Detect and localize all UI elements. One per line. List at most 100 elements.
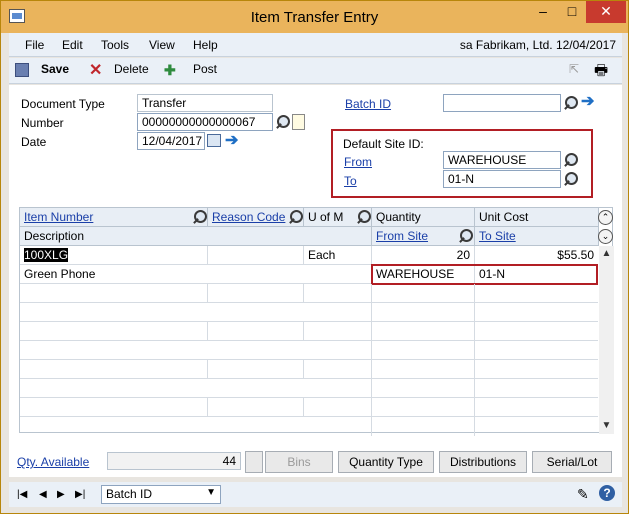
empty-cell[interactable]: [372, 322, 475, 341]
table-row[interactable]: [20, 322, 598, 341]
minimize-button[interactable]: –: [528, 1, 558, 23]
expand-rows-icon[interactable]: ⌄: [598, 229, 613, 244]
menu-tools[interactable]: Tools: [101, 38, 129, 52]
empty-cell[interactable]: [20, 322, 208, 341]
serial-lot-button[interactable]: Serial/Lot: [532, 451, 612, 473]
reason-code-link[interactable]: Reason Code: [212, 210, 285, 224]
to-site-field[interactable]: 01-N: [443, 170, 561, 188]
empty-cell[interactable]: [20, 303, 372, 322]
previous-record-icon[interactable]: ◀: [39, 489, 47, 500]
empty-cell[interactable]: [208, 398, 304, 417]
menu-edit[interactable]: Edit: [62, 38, 83, 52]
delete-icon[interactable]: ✕: [89, 60, 102, 80]
first-record-icon[interactable]: |◀: [17, 489, 27, 500]
note-icon[interactable]: ✎: [577, 486, 589, 503]
empty-cell[interactable]: [20, 417, 372, 436]
reason-code-cell[interactable]: [208, 246, 304, 265]
bins-button[interactable]: Bins: [265, 451, 333, 473]
empty-cell[interactable]: [372, 360, 475, 379]
empty-cell[interactable]: [372, 417, 475, 436]
print-icon[interactable]: 🖶: [594, 60, 608, 85]
to-site-header[interactable]: To Site: [475, 227, 599, 246]
quantity-type-button[interactable]: Quantity Type: [338, 451, 434, 473]
empty-cell[interactable]: [20, 379, 372, 398]
empty-cell[interactable]: [20, 284, 208, 303]
distributions-button[interactable]: Distributions: [439, 451, 527, 473]
scroll-up-icon[interactable]: ▲: [599, 246, 614, 262]
item-number-cell[interactable]: 100XLG: [20, 246, 208, 265]
reason-code-lookup-icon[interactable]: [288, 209, 304, 225]
from-site-column-link[interactable]: From Site: [376, 229, 428, 243]
date-field[interactable]: 12/04/2017: [137, 132, 205, 150]
empty-cell[interactable]: [208, 360, 304, 379]
table-row[interactable]: [20, 398, 598, 417]
table-row[interactable]: [20, 379, 598, 398]
scroll-down-icon[interactable]: ▼: [599, 418, 614, 434]
date-expand-arrow-icon[interactable]: ➔: [225, 133, 241, 150]
empty-cell[interactable]: [304, 322, 372, 341]
post-icon[interactable]: ✚: [164, 62, 176, 79]
empty-cell[interactable]: [372, 379, 475, 398]
empty-cell[interactable]: [20, 341, 372, 360]
empty-cell[interactable]: [304, 284, 372, 303]
table-row[interactable]: [20, 360, 598, 379]
next-record-icon[interactable]: ▶: [57, 489, 65, 500]
qty-available-expand-button[interactable]: [245, 451, 263, 473]
number-lookup-icon[interactable]: [275, 114, 291, 130]
maximize-button[interactable]: □: [559, 1, 585, 23]
empty-cell[interactable]: [372, 398, 475, 417]
empty-cell[interactable]: [208, 322, 304, 341]
table-row[interactable]: [20, 284, 598, 303]
uofm-lookup-icon[interactable]: [356, 209, 372, 225]
uofm-cell[interactable]: Each: [304, 246, 372, 265]
menu-file[interactable]: File: [25, 38, 44, 52]
item-number-header[interactable]: Item Number: [20, 208, 208, 227]
calendar-icon[interactable]: [207, 134, 221, 147]
batch-lookup-icon[interactable]: [563, 95, 579, 111]
from-site-link[interactable]: From: [344, 155, 372, 169]
menu-view[interactable]: View: [149, 38, 175, 52]
quantity-cell[interactable]: 20: [372, 246, 475, 265]
empty-cell[interactable]: [20, 360, 208, 379]
empty-cell[interactable]: [372, 303, 475, 322]
close-button[interactable]: ✕: [586, 1, 626, 23]
from-site-column-lookup-icon[interactable]: [458, 228, 474, 244]
empty-cell[interactable]: [208, 284, 304, 303]
unit-cost-cell[interactable]: $55.50: [475, 246, 598, 265]
sort-by-select[interactable]: Batch ID ▼: [101, 485, 221, 504]
from-site-lookup-icon[interactable]: [563, 152, 579, 168]
save-button[interactable]: Save: [41, 62, 69, 76]
batch-expand-arrow-icon[interactable]: ➔: [581, 94, 597, 111]
to-site-link[interactable]: To: [344, 174, 357, 188]
description-cell[interactable]: Green Phone: [20, 265, 372, 284]
last-record-icon[interactable]: ▶|: [75, 489, 85, 500]
help-icon[interactable]: ?: [599, 485, 615, 501]
help-pointer-icon[interactable]: ⇱: [569, 62, 579, 76]
table-row[interactable]: [20, 341, 598, 360]
delete-button[interactable]: Delete: [114, 62, 149, 76]
empty-cell[interactable]: [20, 398, 208, 417]
batch-id-field[interactable]: [443, 94, 561, 112]
table-row[interactable]: [20, 303, 598, 322]
qty-available-link[interactable]: Qty. Available: [17, 455, 89, 469]
save-icon[interactable]: [15, 63, 29, 77]
number-field[interactable]: 00000000000000067: [137, 113, 273, 131]
vertical-scrollbar[interactable]: ▲ ▼: [599, 246, 614, 434]
empty-cell[interactable]: [372, 284, 475, 303]
note-icon[interactable]: [292, 114, 305, 130]
menu-help[interactable]: Help: [193, 38, 218, 52]
post-button[interactable]: Post: [193, 62, 217, 76]
document-type-field[interactable]: Transfer: [137, 94, 273, 112]
empty-cell[interactable]: [372, 341, 475, 360]
collapse-rows-icon[interactable]: ⌃: [598, 210, 613, 225]
item-number-lookup-icon[interactable]: [192, 209, 208, 225]
table-row[interactable]: 100XLG Each 20 $55.50: [20, 246, 598, 265]
from-site-field[interactable]: WAREHOUSE: [443, 151, 561, 169]
empty-cell[interactable]: [304, 398, 372, 417]
empty-cell[interactable]: [304, 360, 372, 379]
batch-id-link[interactable]: Batch ID: [345, 97, 391, 111]
table-row[interactable]: [20, 417, 598, 436]
to-site-lookup-icon[interactable]: [563, 171, 579, 187]
item-number-link[interactable]: Item Number: [24, 210, 93, 224]
to-site-column-link[interactable]: To Site: [479, 229, 516, 243]
